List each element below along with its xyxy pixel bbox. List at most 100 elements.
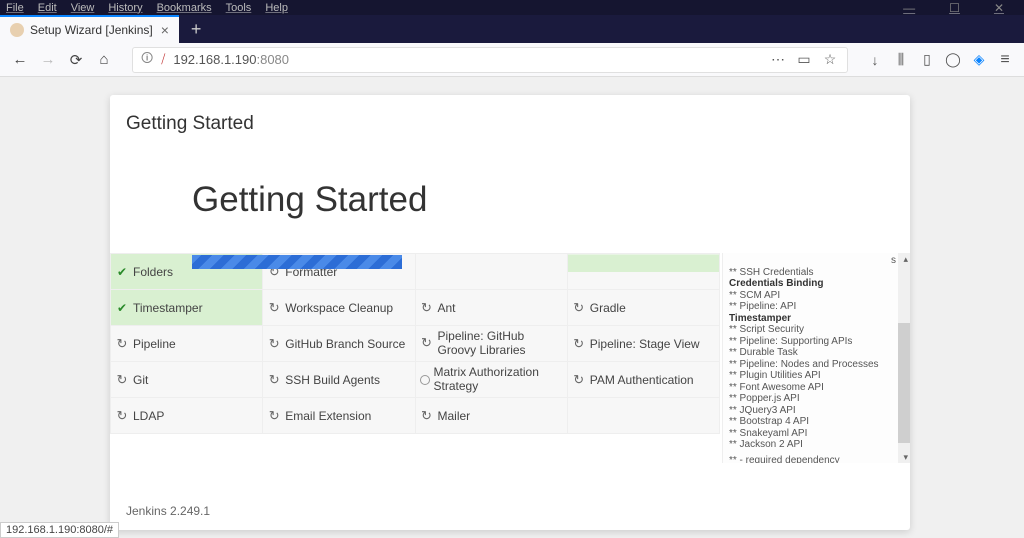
spinner-icon: ↻ (115, 337, 129, 351)
maximize-icon[interactable]: ☐ (949, 1, 960, 15)
downloads-icon[interactable]: ↓ (866, 52, 884, 68)
log-footer-note: ** - required dependency (729, 451, 896, 464)
plugin-label: Email Extension (285, 409, 371, 423)
menu-view[interactable]: View (71, 2, 95, 14)
url-bar[interactable]: 🛈 ⧸ 192.168.1.190:8080 ⋯ ▭ ☆ (132, 47, 848, 73)
scroll-down-icon[interactable]: ▾ (903, 452, 908, 462)
plugin-workspace-cleanup: ↻ Workspace Cleanup (267, 290, 410, 325)
spinner-icon: ↻ (267, 373, 281, 387)
spinner-icon: ↻ (420, 301, 434, 315)
new-tab-button[interactable]: + (179, 19, 214, 40)
library-icon[interactable]: ⫼ (892, 51, 910, 68)
plugin-label: Matrix Authorization Strategy (434, 366, 563, 394)
plugin-label: PAM Authentication (590, 373, 694, 387)
page-viewport: Getting Started Getting Started ✔ Folders… (0, 77, 1024, 538)
plugin-grid: ✔Folders↻Formatter✔Timestamper↻Workspace… (110, 253, 720, 434)
plugin-git: ↻Git (115, 362, 258, 397)
plugin-label: Mailer (438, 409, 471, 423)
log-line: ** Pipeline: API (729, 301, 896, 313)
spinner-icon: ↻ (267, 301, 281, 315)
log-line: ** SCM API (729, 290, 896, 302)
install-progress-bar (192, 255, 402, 269)
plugin-label: Gradle (590, 301, 626, 315)
plugin-ldap: ↻ LDAP (115, 398, 258, 433)
log-line: ** Snakeyaml API (729, 428, 896, 440)
spinner-icon: ↻ (420, 337, 434, 351)
browser-toolbar: ← → ⟳ ⌂ 🛈 ⧸ 192.168.1.190:8080 ⋯ ▭ ☆ ↓ ⫼… (0, 43, 1024, 77)
tab-bar: Setup Wizard [Jenkins] × + (0, 15, 1024, 43)
menu-bookmarks[interactable]: Bookmarks (157, 2, 212, 14)
plugin-pipeline-github-groovy-libraries: ↻ Pipeline: GitHub Groovy Libraries (420, 326, 563, 361)
spinner-icon: ↻ (267, 337, 281, 351)
log-line: ** Script Security (729, 324, 896, 336)
url-text: 192.168.1.190:8080 (173, 52, 761, 67)
check-icon: ✔ (115, 301, 129, 315)
menu-tools[interactable]: Tools (226, 2, 252, 14)
status-bar-link: 192.168.1.190:8080/# (0, 522, 119, 538)
plugin-pipeline-stage-view: ↻ Pipeline: Stage View (572, 326, 715, 361)
spinner-icon: ↻ (115, 373, 129, 387)
reload-button[interactable]: ⟳ (66, 51, 86, 69)
plugin-label: Folders (133, 265, 173, 279)
plugin-label: Workspace Cleanup (285, 301, 393, 315)
scroll-up-icon[interactable]: ▴ (903, 254, 908, 264)
spinner-icon: ↻ (267, 409, 281, 423)
plugin-pipeline: ↻ Pipeline (115, 326, 258, 361)
pending-icon (420, 375, 430, 385)
log-line: ** Durable Task (729, 347, 896, 359)
tab-jenkins[interactable]: Setup Wizard [Jenkins] × (0, 15, 179, 43)
bookmark-star-icon[interactable]: ☆ (821, 51, 839, 68)
plugin-timestamper: ✔ Timestamper (115, 290, 258, 325)
spinner-icon: ↻ (115, 409, 129, 423)
jenkins-version: Jenkins 2.249.1 (126, 504, 210, 518)
back-button[interactable]: ← (10, 51, 30, 68)
plugin-email-extension: ↻ Email Extension (267, 398, 410, 433)
sidebar-icon[interactable]: ▯ (918, 51, 936, 68)
plugin-label: LDAP (133, 409, 164, 423)
log-line: ** Bootstrap 4 API (729, 416, 896, 428)
page-title: Getting Started (192, 180, 427, 220)
log-line: Timestamper (729, 313, 896, 325)
log-line: ** SSH Credentials (729, 267, 896, 279)
plugin-ssh-build-agents: ↻SSH Build Agents (267, 362, 410, 397)
spinner-icon: ↻ (420, 409, 434, 423)
plugin-label: Pipeline: Stage View (590, 337, 700, 351)
minimize-icon[interactable]: — (903, 1, 915, 15)
menu-file[interactable]: File (6, 2, 24, 14)
plugin-label: Pipeline: GitHub Groovy Libraries (438, 330, 563, 358)
home-button[interactable]: ⌂ (94, 51, 114, 68)
browser-menu-bar: File Edit View History Bookmarks Tools H… (0, 0, 1024, 15)
more-icon[interactable]: ⋯ (769, 51, 787, 68)
log-line: ** Font Awesome API (729, 382, 896, 394)
account-icon[interactable]: ◯ (944, 51, 962, 68)
log-scroll-thumb[interactable] (898, 323, 910, 443)
plugin-label: Ant (438, 301, 456, 315)
menu-edit[interactable]: Edit (38, 2, 57, 14)
log-line: ** Pipeline: Supporting APIs (729, 336, 896, 348)
log-line: ** Jackson 2 API (729, 439, 896, 451)
plugin-ant: ↻ Ant (420, 290, 563, 325)
plugin-label: Timestamper (133, 301, 203, 315)
plugin-mailer: ↻ Mailer (420, 398, 563, 433)
menu-history[interactable]: History (108, 2, 142, 14)
hamburger-menu-icon[interactable]: ≡ (996, 51, 1014, 69)
plugin-github-branch-source: ↻GitHub Branch Source (267, 326, 410, 361)
jenkins-favicon-icon (10, 23, 24, 37)
plugin-label: Pipeline (133, 337, 176, 351)
plugin-gradle: ↻Gradle (572, 290, 715, 325)
log-line: ** Popper.js API (729, 393, 896, 405)
log-line: ** Pipeline: Nodes and Processes (729, 359, 896, 371)
close-window-icon[interactable]: ✕ (994, 1, 1004, 15)
forward-button[interactable]: → (38, 51, 58, 68)
close-tab-icon[interactable]: × (153, 22, 169, 38)
extension-icon[interactable]: ◈ (970, 51, 988, 68)
tab-title: Setup Wizard [Jenkins] (30, 23, 153, 37)
log-line: ** JQuery3 API (729, 405, 896, 417)
shield-icon[interactable]: 🛈 (141, 49, 153, 70)
panel-header: Getting Started (110, 95, 910, 141)
plugin-pam-authentication: ↻PAM Authentication (572, 362, 715, 397)
reader-icon[interactable]: ▭ (795, 51, 813, 68)
menu-help[interactable]: Help (265, 2, 288, 14)
spinner-icon: ↻ (572, 337, 586, 351)
install-log: s** SSH CredentialsCredentials Binding**… (722, 253, 910, 463)
